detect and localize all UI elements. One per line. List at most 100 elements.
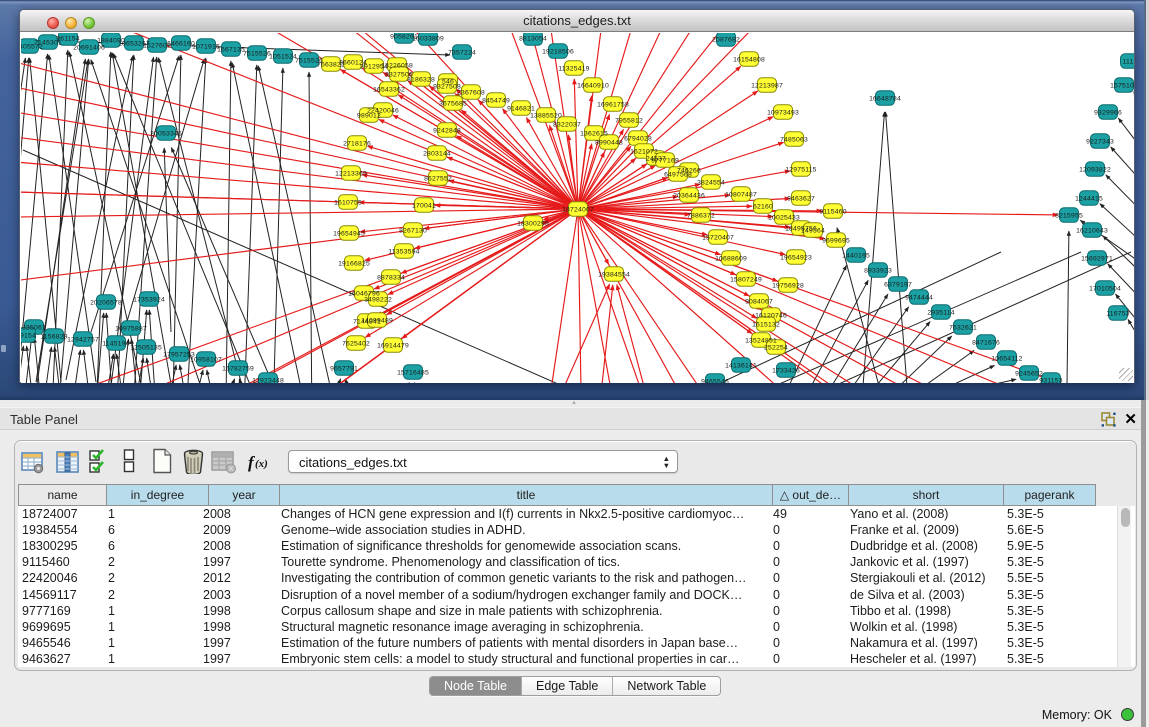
svg-text:10958107: 10958107	[190, 357, 222, 364]
svg-text:9329966: 9329966	[1094, 110, 1122, 117]
svg-text:7485063: 7485063	[780, 137, 808, 144]
svg-text:3675685: 3675685	[439, 101, 467, 108]
svg-text:1244415: 1244415	[1075, 196, 1103, 203]
svg-text:2367608: 2367608	[457, 90, 485, 97]
svg-text:8454749: 8454749	[482, 98, 510, 105]
svg-text:10654112: 10654112	[991, 356, 1022, 363]
svg-text:1071915: 1071915	[192, 44, 220, 51]
svg-text:116753: 116753	[1106, 311, 1129, 318]
svg-text:6497568: 6497568	[664, 172, 692, 179]
svg-text:6379197: 6379197	[884, 282, 912, 289]
svg-text:7632621: 7632621	[949, 325, 977, 332]
svg-text:149564: 149564	[801, 228, 825, 235]
svg-text:3824554: 3824554	[697, 180, 725, 187]
svg-text:1621072: 1621072	[630, 149, 658, 156]
svg-text:13524851: 13524851	[745, 338, 777, 345]
svg-text:989012: 989012	[357, 113, 381, 120]
svg-text:7357224: 7357224	[448, 50, 476, 57]
svg-text:16033809: 16033809	[412, 36, 444, 43]
svg-text:19218506: 19218506	[542, 49, 574, 56]
svg-text:16640910: 16640910	[577, 83, 609, 90]
svg-text:9084067: 9084067	[745, 299, 773, 306]
svg-text:7625402: 7625402	[342, 341, 370, 348]
svg-text:(x): (x)	[255, 458, 268, 470]
svg-text:12923448: 12923448	[252, 378, 284, 384]
svg-text:8990448: 8990448	[595, 140, 623, 147]
svg-text:7515526: 7515526	[243, 51, 271, 58]
svg-text:19166825: 19166825	[338, 261, 370, 268]
svg-text:16543362: 16543362	[373, 87, 405, 94]
svg-text:9474444: 9474444	[905, 295, 933, 302]
svg-text:2935114: 2935114	[927, 310, 954, 317]
svg-text:1156829: 1156829	[40, 334, 67, 341]
svg-text:9242848: 9242848	[433, 128, 461, 135]
svg-text:16210643: 16210643	[1076, 228, 1108, 235]
svg-text:9115460: 9115460	[819, 209, 846, 216]
svg-text:16782759: 16782759	[222, 366, 254, 373]
svg-text:9245652: 9245652	[1015, 371, 1043, 378]
svg-text:2087682: 2087682	[712, 37, 740, 44]
svg-text:931153: 931153	[1039, 378, 1062, 384]
svg-text:8322037: 8322037	[553, 122, 581, 129]
svg-text:6466160: 6466160	[167, 41, 195, 48]
svg-text:3498222: 3498222	[364, 297, 392, 304]
svg-text:17353924: 17353924	[133, 297, 165, 304]
svg-text:16154808: 16154808	[733, 57, 765, 64]
svg-text:8186328: 8186328	[407, 77, 435, 84]
svg-text:12213369: 12213369	[335, 171, 367, 178]
svg-text:10975887: 10975887	[115, 326, 147, 333]
svg-text:12975115: 12975115	[785, 167, 816, 174]
svg-text:8813054: 8813054	[519, 36, 547, 43]
svg-text:170041: 170041	[412, 203, 436, 210]
svg-text:1575107: 1575107	[1110, 83, 1134, 90]
svg-text:7955812: 7955812	[615, 118, 643, 125]
svg-text:16120746: 16120746	[755, 313, 787, 320]
svg-text:1362615: 1362615	[580, 131, 608, 138]
svg-text:8627552: 8627552	[424, 176, 452, 183]
svg-text:8215955: 8215955	[1055, 213, 1083, 220]
svg-text:9463627: 9463627	[787, 196, 815, 203]
svg-text:19384554: 19384554	[598, 272, 630, 279]
svg-text:62160: 62160	[753, 204, 773, 211]
svg-text:12942757: 12942757	[67, 337, 99, 344]
svg-text:39154: 39154	[21, 333, 36, 340]
svg-text:14099489: 14099489	[361, 318, 393, 325]
svg-text:16648784: 16648784	[869, 96, 901, 103]
svg-text:18724007: 18724007	[562, 207, 594, 214]
svg-text:1733426: 1733426	[772, 368, 800, 375]
svg-text:17010504: 17010504	[1089, 286, 1121, 293]
svg-text:15692971: 15692971	[1081, 256, 1113, 263]
svg-text:12093822: 12093822	[1079, 167, 1111, 174]
svg-text:9777169: 9777169	[651, 158, 679, 165]
svg-text:20053346: 20053346	[150, 131, 182, 138]
svg-text:13226058: 13226058	[381, 63, 413, 70]
svg-text:19756928: 19756928	[772, 283, 804, 290]
svg-text:15720407: 15720407	[702, 235, 734, 242]
svg-text:12213987: 12213987	[751, 83, 783, 90]
svg-text:16961758: 16961758	[597, 102, 629, 109]
svg-text:10973493: 10973493	[767, 110, 799, 117]
svg-text:10807487: 10807487	[725, 192, 757, 199]
svg-text:6794028: 6794028	[624, 136, 652, 143]
svg-text:20364436: 20364436	[673, 193, 705, 200]
svg-text:1051524: 1051524	[269, 54, 297, 61]
svg-text:9146821: 9146821	[507, 106, 535, 113]
svg-text:252254: 252254	[764, 345, 788, 352]
svg-text:9657791: 9657791	[330, 366, 358, 373]
svg-text:9227343: 9227343	[1086, 139, 1114, 146]
svg-text:8878334: 8878334	[377, 275, 405, 282]
svg-text:2718176: 2718176	[343, 141, 371, 148]
svg-text:13885520: 13885520	[530, 113, 562, 120]
svg-text:7886372: 7886372	[687, 213, 715, 220]
svg-text:9699695: 9699695	[822, 238, 850, 245]
svg-text:961154: 961154	[56, 36, 79, 43]
svg-text:835061: 835061	[22, 325, 46, 332]
svg-text:1440195: 1440195	[842, 253, 870, 260]
svg-text:8471676: 8471676	[972, 340, 1000, 347]
svg-text:11325419: 11325419	[558, 66, 589, 73]
svg-text:1667135: 1667135	[217, 47, 245, 54]
svg-text:15807249: 15807249	[730, 277, 762, 284]
svg-text:10688609: 10688609	[715, 256, 747, 263]
svg-text:1112: 1112	[1123, 59, 1134, 66]
svg-text:14136141: 14136141	[725, 363, 757, 370]
